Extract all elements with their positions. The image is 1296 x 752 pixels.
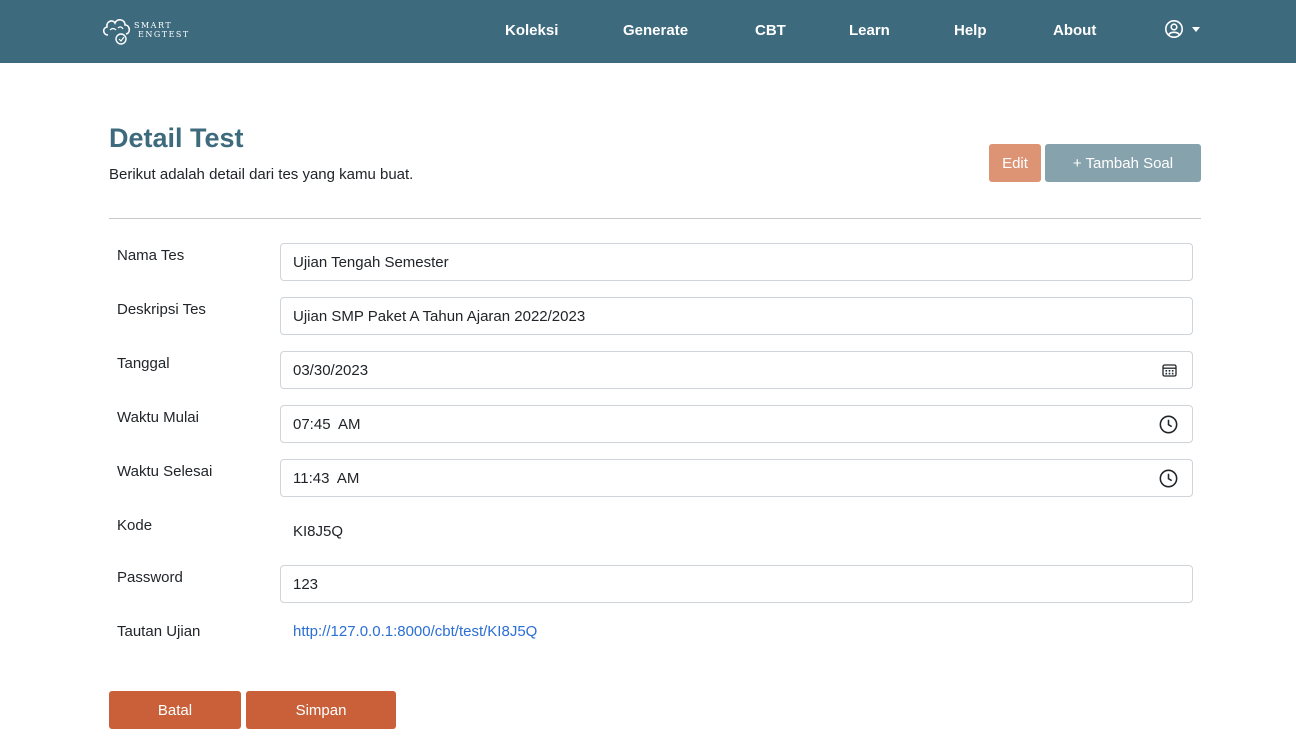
start-time-label: Waktu Mulai	[117, 409, 199, 426]
exam-link[interactable]: http://127.0.0.1:8000/cbt/test/KI8J5Q	[293, 622, 537, 642]
calendar-icon[interactable]	[1161, 362, 1178, 379]
name-input[interactable]	[293, 253, 1180, 271]
date-field[interactable]	[280, 351, 1193, 389]
code-value: KI8J5Q	[293, 523, 344, 540]
nav-link-generate[interactable]: Generate	[623, 22, 688, 40]
start-time-field[interactable]	[280, 405, 1193, 443]
end-time-field[interactable]	[280, 459, 1193, 497]
name-field[interactable]	[280, 243, 1193, 281]
header-divider	[109, 218, 1201, 219]
nav-link-learn[interactable]: Learn	[849, 22, 890, 40]
page-subtitle: Berikut adalah detail dari tes yang kamu…	[109, 166, 414, 183]
nav-link-about[interactable]: About	[1053, 22, 1096, 40]
exam-link-label: Tautan Ujian	[117, 623, 201, 640]
nav-link-cbt[interactable]: CBT	[755, 22, 786, 40]
brand-line-2: ENGTEST	[138, 30, 190, 39]
edit-button[interactable]: Edit	[989, 144, 1041, 182]
clock-icon[interactable]	[1159, 469, 1178, 488]
brand-logo[interactable]: SMART ENGTEST	[100, 12, 190, 48]
description-label: Deskripsi Tes	[117, 301, 206, 318]
start-time-input[interactable]	[293, 415, 1180, 433]
name-label: Nama Tes	[117, 247, 185, 264]
end-time-label: Waktu Selesai	[117, 463, 213, 480]
page-title: Detail Test	[109, 123, 244, 153]
password-label: Password	[117, 569, 183, 586]
cancel-button[interactable]: Batal	[109, 691, 241, 729]
add-question-button[interactable]: + Tambah Soal	[1045, 144, 1201, 182]
cloud-logo-icon	[102, 19, 131, 45]
brand-line-1: SMART	[134, 21, 173, 30]
nav-link-help[interactable]: Help	[954, 22, 987, 40]
end-time-input[interactable]	[293, 469, 1180, 487]
password-input[interactable]	[293, 575, 1180, 593]
date-label: Tanggal	[117, 355, 170, 372]
user-menu-dropdown[interactable]	[1164, 19, 1200, 39]
clock-icon[interactable]	[1159, 415, 1178, 434]
brand-text: SMART ENGTEST	[134, 21, 190, 39]
nav-link-koleksi[interactable]: Koleksi	[505, 22, 558, 40]
chevron-down-icon	[1192, 26, 1200, 32]
password-field[interactable]	[280, 565, 1193, 603]
description-field[interactable]	[280, 297, 1193, 335]
user-circle-icon	[1165, 20, 1183, 38]
code-label: Kode	[117, 517, 153, 534]
save-button[interactable]: Simpan	[246, 691, 396, 729]
date-input[interactable]	[293, 361, 1180, 379]
top-navbar: SMART ENGTEST Koleksi Generate CBT Learn…	[0, 0, 1296, 63]
description-input[interactable]	[293, 307, 1180, 325]
